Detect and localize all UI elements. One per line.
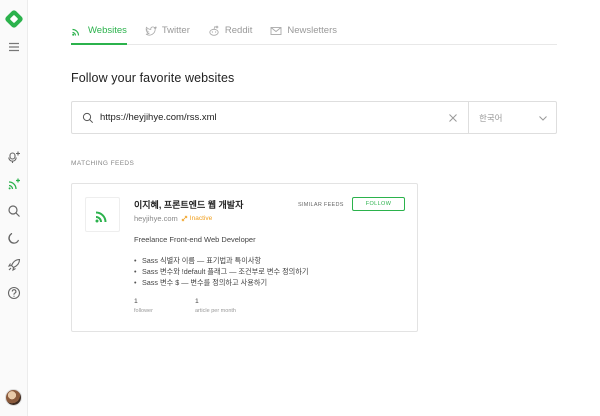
- add-podcast-icon[interactable]: [6, 149, 22, 165]
- left-rail: [0, 0, 28, 416]
- help-icon[interactable]: [6, 285, 22, 301]
- matching-feeds-label: MATCHING FEEDS: [71, 160, 135, 167]
- tab-reddit[interactable]: Reddit: [208, 18, 252, 45]
- similar-feeds-link[interactable]: SIMILAR FEEDS: [298, 202, 344, 208]
- tab-label: Websites: [88, 25, 127, 36]
- list-item[interactable]: Sass 변수 $ — 변수를 정의하고 사용하기: [134, 277, 309, 288]
- list-item[interactable]: Sass 변수와 !default 플래그 — 조건부로 변수 정의하기: [134, 266, 309, 277]
- language-select[interactable]: 한국어: [468, 102, 556, 133]
- tab-newsletters[interactable]: Newsletters: [270, 18, 337, 45]
- rocket-icon[interactable]: [6, 257, 22, 273]
- feed-card[interactable]: 이지혜, 프론트엔드 웹 개발자 heyjihye.com Inactive S…: [71, 183, 418, 332]
- inactive-icon: [181, 215, 188, 222]
- clear-icon[interactable]: [448, 113, 458, 123]
- search-nav-icon[interactable]: [6, 203, 22, 219]
- rss-icon: [95, 211, 106, 222]
- feed-meta: heyjihye.com Inactive: [134, 214, 212, 223]
- feed-domain[interactable]: heyjihye.com: [134, 214, 178, 223]
- feed-logo: [85, 197, 120, 232]
- language-value: 한국어: [479, 112, 503, 123]
- stat-value: 1: [134, 298, 138, 305]
- feed-description: Freelance Front-end Web Developer: [134, 235, 256, 244]
- followers-stat: 1 follower: [134, 298, 153, 314]
- search-bar: 한국어: [71, 101, 557, 134]
- search-icon: [82, 112, 94, 123]
- source-tabs: Websites Twitter Reddit Newsletters: [71, 18, 557, 45]
- status-badge: Inactive: [181, 215, 212, 222]
- night-mode-icon[interactable]: [6, 230, 22, 246]
- stat-label: follower: [134, 308, 153, 314]
- tab-label: Reddit: [224, 25, 253, 36]
- user-avatar[interactable]: [5, 389, 22, 406]
- stat-label: article per month: [195, 308, 236, 314]
- tab-websites[interactable]: Websites: [71, 18, 127, 45]
- feed-article-list: Sass 식별자 이름 — 표기법과 특이사항 Sass 변수와 !defaul…: [134, 255, 309, 288]
- tab-twitter[interactable]: Twitter: [145, 18, 190, 45]
- tab-label: Newsletters: [287, 25, 337, 36]
- add-feed-icon[interactable]: [6, 176, 22, 192]
- feed-title[interactable]: 이지혜, 프론트엔드 웹 개발자: [134, 198, 243, 211]
- chevron-down-icon: [539, 115, 547, 121]
- tab-label: Twitter: [161, 25, 190, 36]
- page-title: Follow your favorite websites: [71, 71, 235, 85]
- reddit-icon: [209, 25, 219, 36]
- list-item[interactable]: Sass 식별자 이름 — 표기법과 특이사항: [134, 255, 309, 266]
- status-text: Inactive: [189, 215, 213, 222]
- feedly-logo-icon[interactable]: [4, 9, 24, 29]
- search-input[interactable]: [100, 107, 448, 128]
- twitter-icon: [145, 25, 157, 36]
- rss-icon: [72, 28, 80, 36]
- mail-icon: [270, 26, 282, 35]
- follow-button[interactable]: FOLLOW: [352, 197, 405, 211]
- stat-value: 1: [195, 298, 199, 305]
- menu-icon[interactable]: [6, 39, 22, 55]
- articles-per-month-stat: 1 article per month: [195, 298, 236, 314]
